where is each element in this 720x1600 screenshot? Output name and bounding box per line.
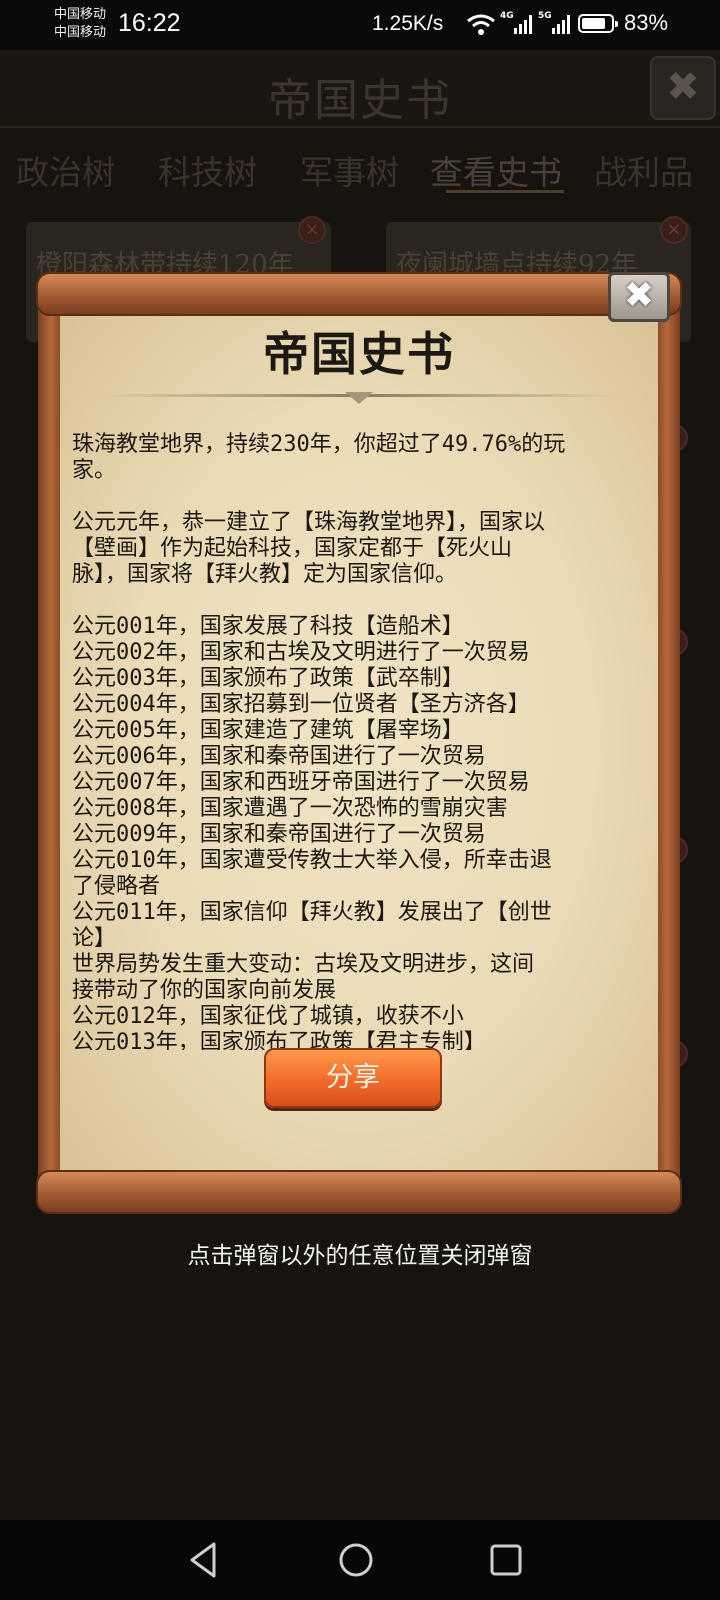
history-line: 公元004年，国家招募到一位贤者【圣方济各】	[72, 692, 530, 717]
recents-icon[interactable]	[486, 1540, 526, 1580]
battery-percent: 83%	[624, 10, 669, 35]
history-line: 公元元年，恭一建立了【珠海教堂地界】，国家以	[72, 510, 546, 535]
home-icon[interactable]	[336, 1540, 376, 1580]
tab-military: 军事树	[300, 153, 399, 192]
back-icon[interactable]	[186, 1540, 220, 1580]
battery-icon	[578, 14, 618, 33]
tab-spoils: 战利品	[594, 153, 693, 192]
history-line: 接带动了你的国家向前发展	[72, 978, 337, 1003]
battery-level-fill	[582, 18, 605, 29]
wifi-icon	[467, 14, 495, 35]
close-icon[interactable]: ✖	[608, 272, 670, 322]
history-line: 公元002年，国家和古埃及文明进行了一次贸易	[72, 640, 530, 665]
history-line: 公元001年，国家发展了科技【造船术】	[72, 614, 464, 639]
history-line: 公元008年，国家遭遇了一次恐怖的雪崩灾害	[72, 796, 508, 821]
history-line	[72, 484, 644, 510]
history-line: 公元010年，国家遭受传教士大举入侵，所幸击退	[72, 848, 552, 873]
background-title: 帝国史书	[268, 75, 452, 126]
history-line: 公元009年，国家和秦帝国进行了一次贸易	[72, 822, 486, 847]
history-line: 公元012年，国家征伐了城镇，收获不小	[72, 1004, 464, 1029]
history-line: 世界局势发生重大变动：古埃及文明进步，这间	[72, 952, 535, 977]
history-line: 公元005年，国家建造了建筑【屠宰场】	[72, 718, 464, 743]
signal-icon: 4G	[500, 11, 534, 39]
tab-technology: 科技树	[158, 153, 257, 192]
background-tab-bar: 政治树 科技树 军事树 查看史书 战利品	[0, 138, 720, 198]
carrier-1: 中国移动	[54, 7, 107, 22]
history-scroll-area[interactable]: 珠海教堂地界，持续230年，你超过了49.76%的玩 家。公元元年，恭一建立了【珠…	[72, 432, 644, 1050]
carrier-labels: 中国移动 中国移动	[54, 6, 106, 42]
navigation-bar	[0, 1520, 720, 1600]
card-close-icon: ×	[298, 216, 326, 244]
history-line: 公元007年，国家和西班牙帝国进行了一次贸易	[72, 770, 530, 795]
share-button[interactable]: 分享	[264, 1048, 442, 1108]
history-text: 珠海教堂地界，持续230年，你超过了49.76%的玩 家。公元元年，恭一建立了【珠…	[72, 432, 644, 1050]
history-line: 【壁画】作为起始科技，国家定都于【死火山	[72, 536, 513, 561]
title-divider-ornament	[345, 392, 373, 404]
scroll-paper: 帝国史书 珠海教堂地界，持续230年，你超过了49.76%的玩 家。公元元年，恭一…	[60, 308, 658, 1178]
scroll-roll-bottom	[36, 1170, 682, 1214]
history-popup: 帝国史书 珠海教堂地界，持续230年，你超过了49.76%的玩 家。公元元年，恭一…	[36, 272, 682, 1222]
background-close-icon: ✖	[650, 56, 716, 120]
history-line	[72, 588, 644, 614]
history-line: 公元003年，国家颁布了政策【武卒制】	[72, 666, 464, 691]
signal-icon: 5G	[538, 11, 572, 39]
background-header: 帝国史书 ✖	[0, 50, 720, 128]
status-bar: 中国移动 中国移动 16:22 1.25K/s 4G 5G 83%	[0, 0, 720, 50]
history-line: 脉】，国家将【拜火教】定为国家信仰。	[72, 562, 458, 587]
tab-politics: 政治树	[16, 153, 115, 192]
scroll-roll-top	[36, 272, 682, 316]
history-line: 公元011年，国家信仰【拜火教】发展出了【创世	[72, 900, 552, 925]
tab-history: 查看史书	[430, 153, 562, 192]
popup-title: 帝国史书	[263, 327, 455, 381]
card-close-icon: ×	[660, 216, 688, 244]
history-line: 论】	[72, 926, 117, 951]
active-tab-indicator	[446, 190, 564, 193]
history-line: 了侵略者	[72, 874, 161, 899]
dismiss-hint: 点击弹窗以外的任意位置关闭弹窗	[187, 1243, 533, 1269]
history-line: 公元006年，国家和秦帝国进行了一次贸易	[72, 744, 486, 769]
network-speed: 1.25K/s	[372, 12, 444, 35]
carrier-2: 中国移动	[54, 25, 107, 40]
history-line: 珠海教堂地界，持续230年，你超过了49.76%的玩	[72, 432, 566, 457]
status-clock: 16:22	[118, 9, 181, 37]
history-line: 家。	[72, 458, 117, 483]
history-line: 公元013年，国家颁布了政策【君主专制】	[72, 1030, 486, 1050]
